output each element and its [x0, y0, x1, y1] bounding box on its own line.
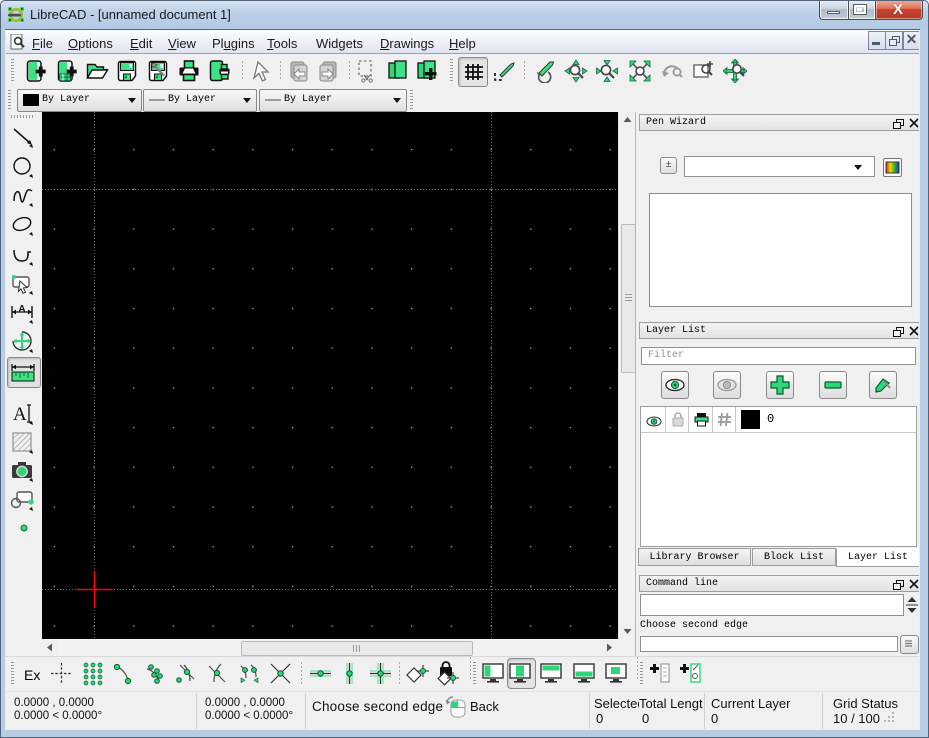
svg-text:A: A — [18, 304, 25, 315]
svg-text:A: A — [13, 404, 27, 425]
